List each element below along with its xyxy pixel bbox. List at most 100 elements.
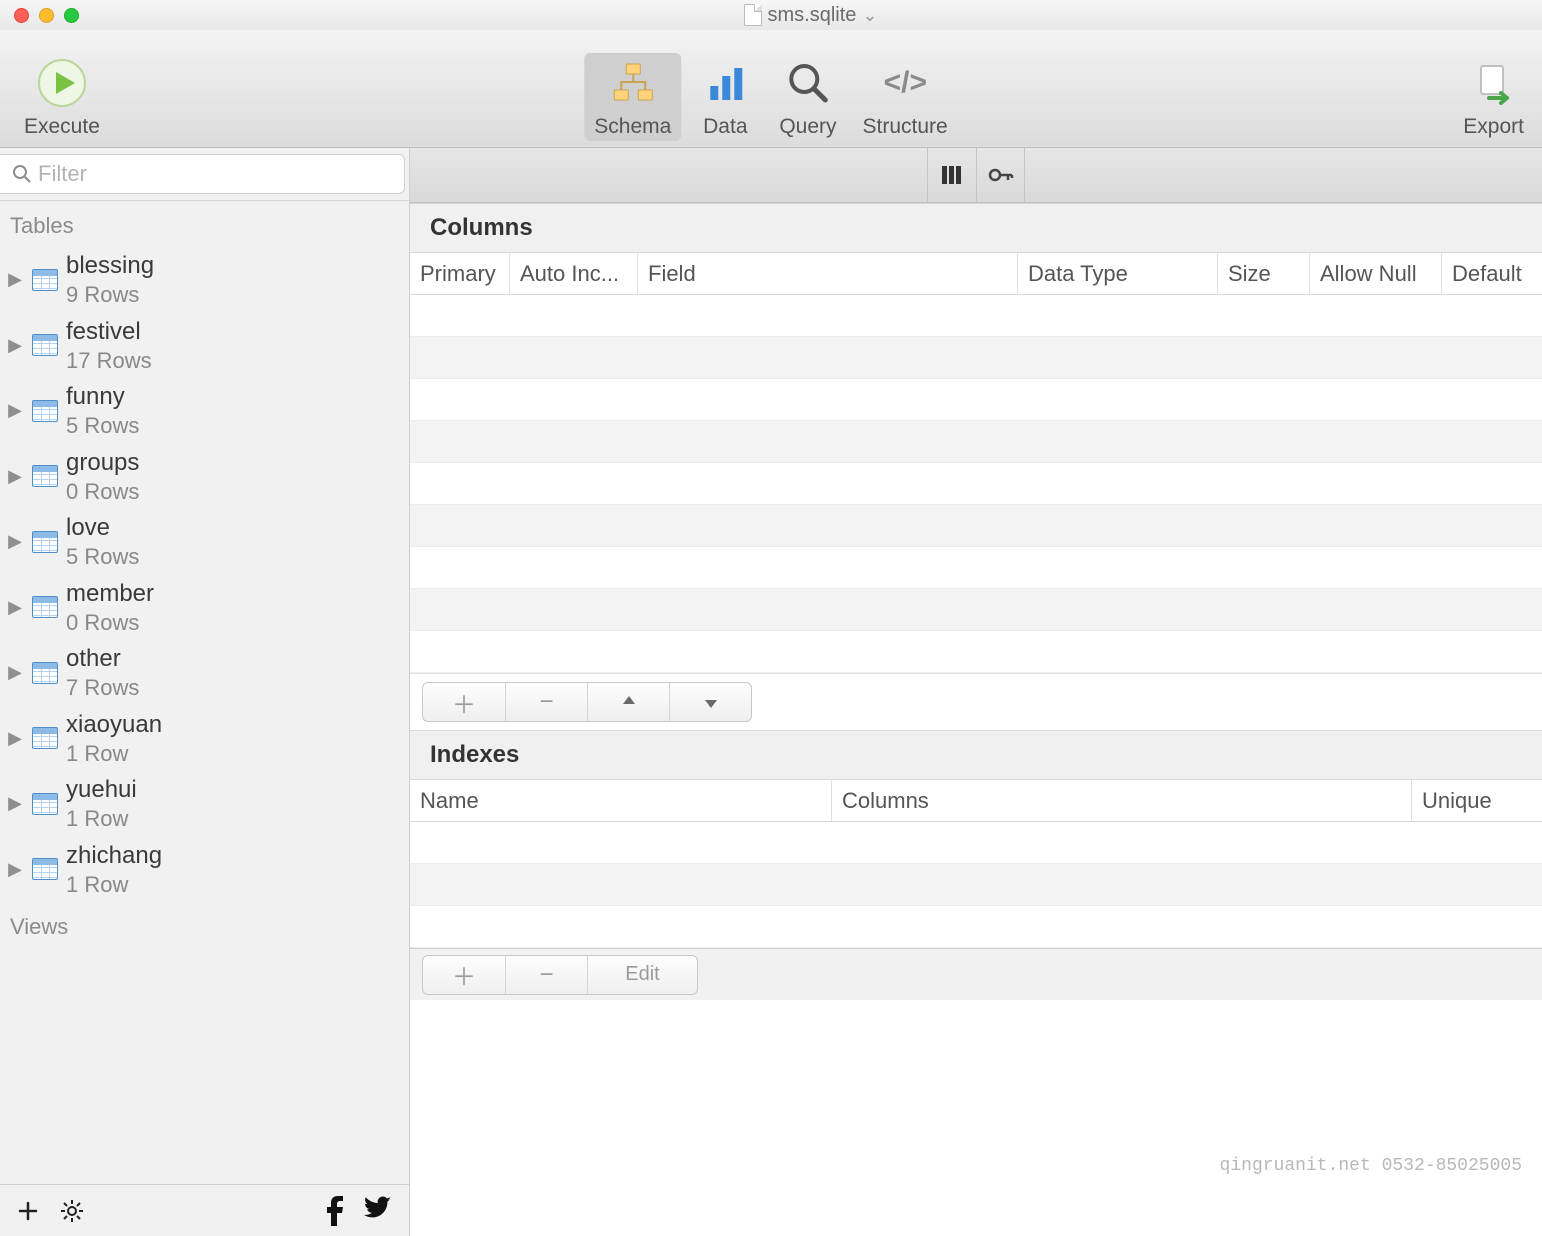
table-row[interactable] (410, 906, 1542, 948)
disclosure-triangle-icon[interactable]: ▶ (6, 728, 24, 749)
add-index-button[interactable]: ＋ (423, 956, 505, 994)
table-row[interactable] (410, 631, 1542, 673)
sidebar-table-item[interactable]: ▶funny5 Rows (0, 378, 409, 444)
header-index-unique[interactable]: Unique (1412, 780, 1542, 821)
add-button[interactable] (8, 1193, 48, 1229)
data-tab[interactable]: Data (687, 53, 763, 141)
sidebar-table-item[interactable]: ▶ groups0 Rows (0, 444, 409, 510)
header-default[interactable]: Default (1442, 253, 1542, 294)
header-field[interactable]: Field (638, 253, 1018, 294)
table-row[interactable] (410, 864, 1542, 906)
header-index-name[interactable]: Name (410, 780, 832, 821)
bar-chart-icon (697, 55, 753, 111)
remove-index-button[interactable]: − (505, 956, 587, 994)
table-rowcount-label: 5 Rows (66, 412, 139, 440)
close-window-button[interactable] (14, 8, 29, 23)
disclosure-triangle-icon[interactable]: ▶ (6, 859, 24, 880)
table-rowcount-label: 7 Rows (66, 674, 139, 702)
zoom-window-button[interactable] (64, 8, 79, 23)
table-icon (32, 269, 58, 291)
facebook-icon[interactable] (323, 1196, 345, 1226)
disclosure-triangle-icon[interactable]: ▶ (6, 597, 24, 618)
header-datatype[interactable]: Data Type (1018, 253, 1218, 294)
svg-text:</>: </> (883, 66, 926, 99)
table-row[interactable] (410, 822, 1542, 864)
remove-column-button[interactable]: − (505, 683, 587, 721)
play-icon (34, 55, 90, 111)
columns-view-toggle[interactable] (928, 148, 976, 202)
settings-button[interactable] (52, 1193, 92, 1229)
structure-tab[interactable]: </> Structure (853, 53, 958, 141)
execute-label: Execute (24, 115, 100, 139)
header-autoinc[interactable]: Auto Inc... (510, 253, 638, 294)
sidebar-table-item[interactable]: ▶xiaoyuan1 Row (0, 706, 409, 772)
table-name-label: groups (66, 448, 139, 478)
window-title: sms.sqlite ⌄ (79, 4, 1542, 27)
table-rowcount-label: 0 Rows (66, 478, 139, 506)
disclosure-triangle-icon[interactable]: ▶ (6, 466, 24, 487)
disclosure-triangle-icon[interactable]: ▶ (6, 662, 24, 683)
document-icon (744, 4, 762, 26)
edit-index-button[interactable]: Edit (587, 956, 697, 994)
structure-label: Structure (863, 115, 948, 139)
keys-view-toggle[interactable] (976, 148, 1024, 202)
table-rowcount-label: 1 Row (66, 805, 137, 833)
window-titlebar: sms.sqlite ⌄ (0, 0, 1542, 30)
sidebar-table-item[interactable]: ▶member0 Rows (0, 575, 409, 641)
columns-action-bar: ＋ − (410, 673, 1542, 730)
table-row[interactable] (410, 379, 1542, 421)
views-section-label: Views (0, 902, 409, 948)
table-icon (32, 596, 58, 618)
table-row[interactable] (410, 547, 1542, 589)
query-tab[interactable]: Query (769, 53, 846, 141)
minimize-window-button[interactable] (39, 8, 54, 23)
disclosure-triangle-icon[interactable]: ▶ (6, 269, 24, 290)
sidebar-table-item[interactable]: ▶ yuehui1 Row (0, 771, 409, 837)
table-row[interactable] (410, 589, 1542, 631)
add-column-button[interactable]: ＋ (423, 683, 505, 721)
move-up-button[interactable] (587, 683, 669, 721)
sidebar-table-item[interactable]: ▶zhichang1 Row (0, 837, 409, 903)
sidebar-table-item[interactable]: ▶love5 Rows (0, 509, 409, 575)
table-name-label: yuehui (66, 775, 137, 805)
header-size[interactable]: Size (1218, 253, 1310, 294)
indexes-section-header: Indexes (410, 730, 1542, 780)
table-row[interactable] (410, 421, 1542, 463)
filter-input[interactable] (38, 161, 392, 187)
columns-section-header: Columns (410, 203, 1542, 253)
tables-section-label: Tables (0, 201, 409, 247)
disclosure-triangle-icon[interactable]: ▶ (6, 531, 24, 552)
header-allownull[interactable]: Allow Null (1310, 253, 1442, 294)
execute-button[interactable]: Execute (14, 53, 110, 141)
sidebar-table-item[interactable]: ▶blessing9 Rows (0, 247, 409, 313)
header-index-columns[interactable]: Columns (832, 780, 1412, 821)
filter-field[interactable] (0, 154, 405, 194)
export-button[interactable]: Export (1453, 53, 1534, 141)
sidebar-table-item[interactable]: ▶ other7 Rows (0, 640, 409, 706)
table-row[interactable] (410, 337, 1542, 379)
schema-tab[interactable]: Schema (584, 53, 681, 141)
move-down-button[interactable] (669, 683, 751, 721)
main-toolbar: Execute Schema Data (0, 30, 1542, 148)
table-name-label: love (66, 513, 139, 543)
disclosure-triangle-icon[interactable]: ▶ (6, 793, 24, 814)
table-name-label: zhichang (66, 841, 162, 871)
search-icon (12, 164, 32, 184)
export-label: Export (1463, 115, 1524, 139)
table-row[interactable] (410, 463, 1542, 505)
table-name-label: other (66, 644, 139, 674)
code-icon: </> (877, 55, 933, 111)
sidebar-table-item[interactable]: ▶festivel17 Rows (0, 313, 409, 379)
sidebar: Tables ▶blessing9 Rows▶festivel17 Rows▶f… (0, 148, 410, 1236)
header-primary[interactable]: Primary (410, 253, 510, 294)
title-dropdown-icon[interactable]: ⌄ (862, 5, 877, 26)
watermark-text: qingruanit.net 0532-85025005 (1220, 1156, 1522, 1176)
table-name-label: member (66, 579, 154, 609)
indexes-empty-rows (410, 822, 1542, 948)
table-row[interactable] (410, 505, 1542, 547)
twitter-icon[interactable] (361, 1196, 391, 1226)
table-row[interactable] (410, 295, 1542, 337)
disclosure-triangle-icon[interactable]: ▶ (6, 400, 24, 421)
disclosure-triangle-icon[interactable]: ▶ (6, 335, 24, 356)
table-icon (32, 465, 58, 487)
